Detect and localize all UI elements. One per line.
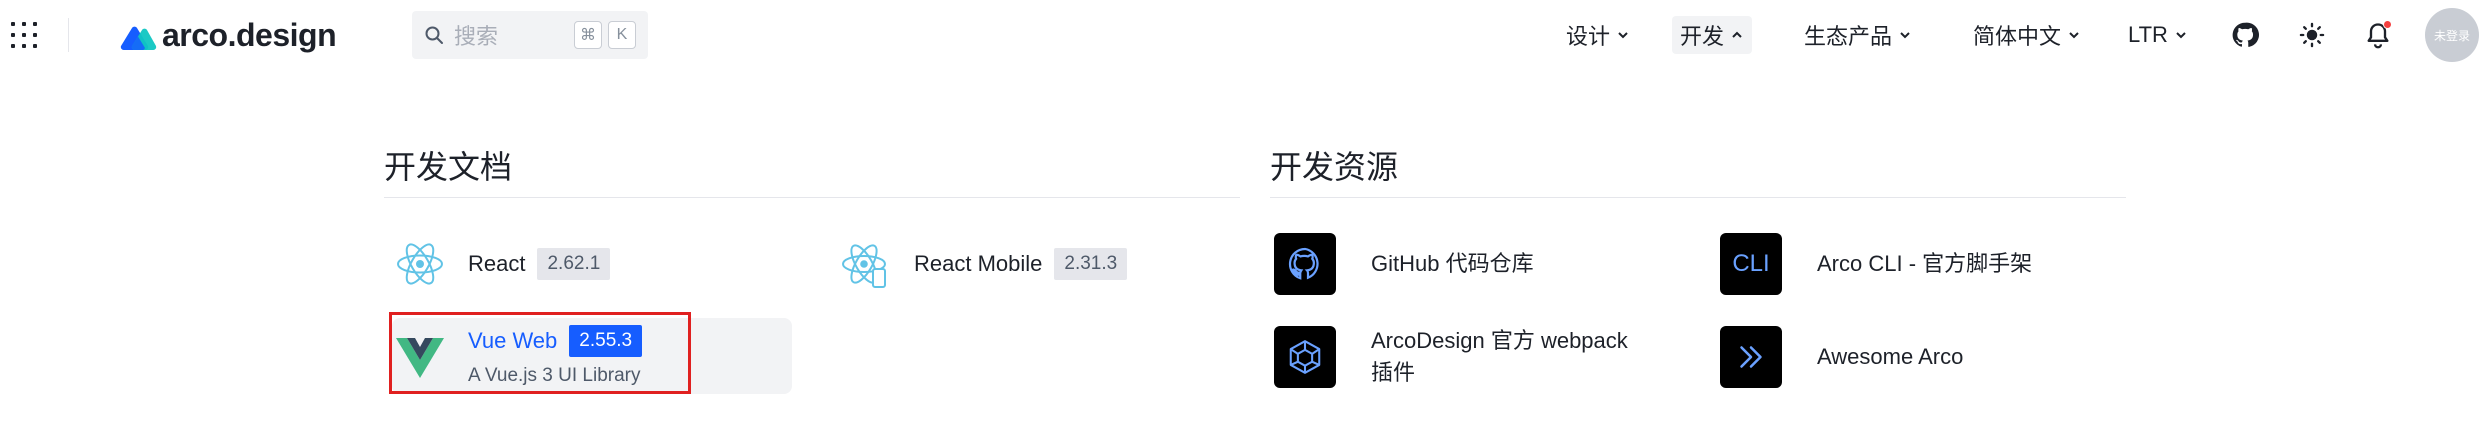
nav-direction[interactable]: LTR [2120, 16, 2196, 54]
command-key-badge: ⌘ [574, 21, 602, 49]
logo-text: arco.design [162, 16, 337, 53]
webpack-icon [1274, 326, 1336, 388]
github-icon [2232, 22, 2259, 47]
logo[interactable]: arco.design [118, 16, 337, 54]
cli-icon: CLI [1720, 233, 1782, 295]
doc-item-name: Vue Web [468, 328, 558, 353]
version-badge: 2.31.3 [1054, 248, 1128, 280]
chevron-down-icon [1618, 32, 1628, 39]
nav-ecosystem[interactable]: 生态产品 [1796, 16, 1920, 54]
nav-design[interactable]: 设计 [1558, 16, 1638, 54]
notification-button[interactable] [2361, 18, 2395, 52]
divider [1270, 197, 2126, 198]
resource-item-name-line2: 插件 [1371, 360, 1416, 385]
cli-icon-text: CLI [1732, 250, 1770, 277]
github-button[interactable] [2228, 18, 2262, 52]
nav-direction-label: LTR [2128, 22, 2168, 47]
resource-item-arco-cli[interactable]: CLI Arco CLI - 官方脚手架 [1720, 231, 2140, 297]
version-badge: 2.55.3 [569, 325, 643, 357]
resource-item-name: Awesome Arco [1817, 344, 1964, 369]
search-placeholder: 搜索 [454, 24, 499, 49]
chevron-down-icon [1900, 32, 1910, 39]
resource-item-awesome-arco[interactable]: Awesome Arco [1720, 324, 2140, 390]
nav-ecosystem-label: 生态产品 [1804, 24, 1893, 49]
nav-develop[interactable]: 开发 [1672, 16, 1753, 54]
resource-item-name: Arco CLI - 官方脚手架 [1817, 251, 2033, 276]
nav-language[interactable]: 简体中文 [1965, 16, 2089, 54]
version-badge: 2.62.1 [537, 248, 611, 280]
double-chevron-icon [1720, 326, 1782, 388]
doc-item-description: A Vue.js 3 UI Library [468, 365, 641, 386]
resource-item-github[interactable]: GitHub 代码仓库 [1274, 231, 1694, 297]
doc-item-vue-web[interactable]: Vue Web 2.55.3 A Vue.js 3 UI Library [392, 318, 792, 394]
doc-item-react-mobile[interactable]: React Mobile 2.31.3 [838, 226, 1238, 302]
doc-item-react[interactable]: React 2.62.1 [392, 226, 792, 302]
resource-item-name: ArcoDesign 官方 webpack [1371, 328, 1628, 353]
resource-item-name: GitHub 代码仓库 [1371, 251, 1534, 276]
apps-grid-icon[interactable] [11, 22, 37, 48]
dev-docs-title: 开发文档 [384, 149, 513, 185]
chevron-up-icon [1732, 31, 1742, 38]
chevron-down-icon [2176, 32, 2186, 39]
k-key-badge: K [608, 21, 636, 49]
react-mobile-icon [838, 236, 894, 292]
doc-item-name: React Mobile [914, 251, 1043, 276]
nav-develop-label: 开发 [1680, 24, 1725, 49]
avatar[interactable]: 未登录 [2425, 8, 2479, 62]
resource-item-webpack[interactable]: ArcoDesign 官方 webpack 插件 [1274, 324, 1694, 390]
dev-resources-title: 开发资源 [1270, 149, 1399, 185]
sun-icon [2299, 22, 2325, 48]
vue-icon [392, 328, 448, 384]
theme-toggle-button[interactable] [2295, 18, 2329, 52]
chevron-down-icon [2069, 32, 2079, 39]
divider [384, 197, 1240, 198]
notification-dot [2383, 20, 2392, 29]
nav-design-label: 设计 [1566, 24, 1611, 49]
top-navbar: arco.design 搜索 ⌘ K 设计 开发 生态产品 简体中文 LTR 未… [0, 0, 2488, 70]
doc-item-name: React [468, 251, 526, 276]
nav-language-label: 简体中文 [1973, 24, 2062, 49]
divider [68, 18, 69, 52]
github-icon [1274, 233, 1336, 295]
arco-logo-icon [120, 26, 157, 50]
react-icon [392, 236, 448, 292]
search-icon [425, 26, 443, 44]
search-input[interactable]: 搜索 ⌘ K [412, 11, 648, 59]
